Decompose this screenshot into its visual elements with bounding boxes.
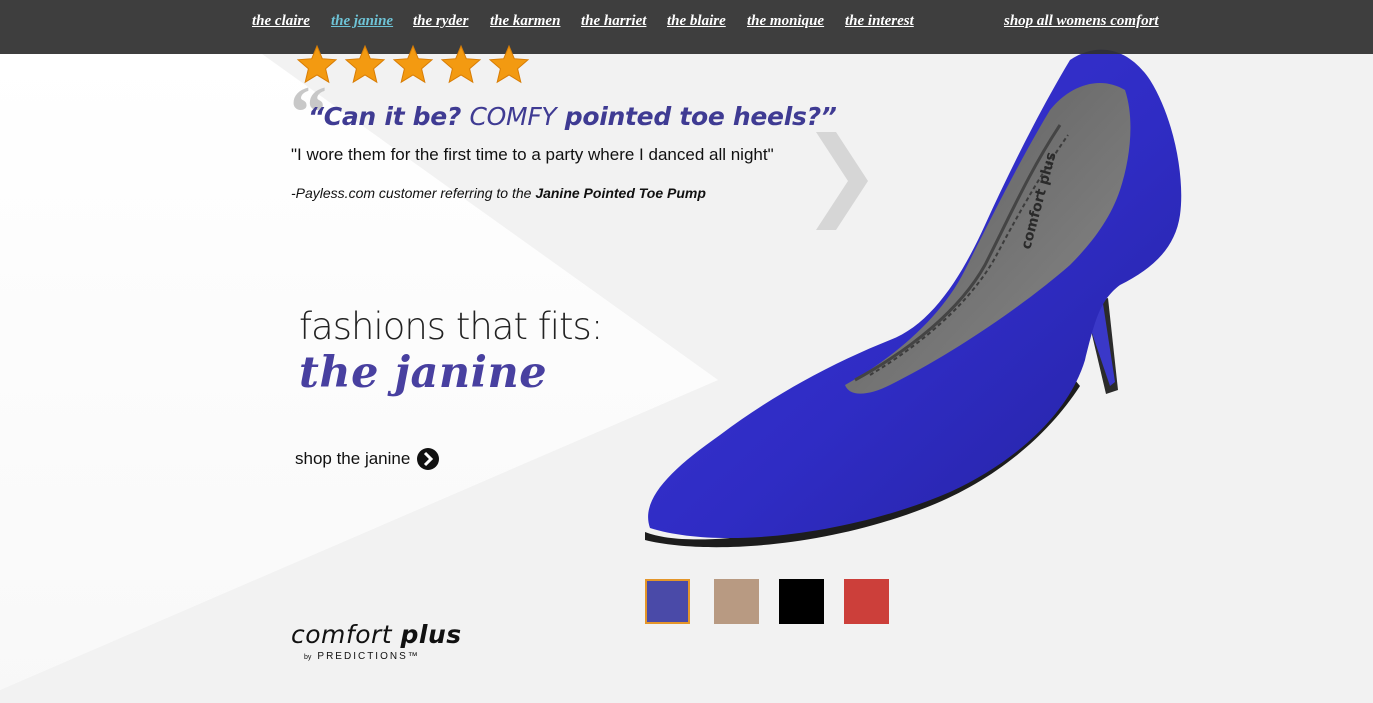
headline-part1: “Can it be?	[308, 102, 470, 131]
attribution-product: Janine Pointed Toe Pump	[535, 185, 706, 201]
star-icon	[440, 44, 482, 84]
tagline: fashions that fits:	[299, 305, 603, 348]
nav-link-monique[interactable]: the monique	[747, 13, 824, 30]
brand-by: by	[304, 654, 312, 661]
shop-all-link[interactable]: shop all womens comfort	[1004, 13, 1159, 30]
arrow-circle-right-icon	[417, 448, 440, 470]
brand-logo: comfort plus by PREDICTIONS™	[291, 620, 462, 662]
brand-sub-name: PREDICTIONS™	[317, 651, 420, 662]
review-text: "I wore them for the first time to a par…	[291, 145, 774, 164]
color-swatch-black[interactable]	[779, 579, 824, 624]
nav-link-blaire[interactable]: the blaire	[667, 13, 726, 30]
brand-name-light: comfort	[291, 620, 401, 649]
brand-subtitle: by PREDICTIONS™	[304, 651, 462, 662]
star-icon	[296, 44, 338, 84]
review-headline: “Can it be? COMFY pointed toe heels?”	[308, 102, 837, 131]
chevron-right-icon[interactable]	[812, 132, 870, 230]
star-icon	[392, 44, 434, 84]
headline-part2: COMFY	[469, 102, 557, 131]
nav-link-interest[interactable]: the interest	[845, 13, 914, 30]
nav-link-karmen[interactable]: the karmen	[490, 13, 560, 30]
brand-name: comfort plus	[291, 620, 462, 649]
brand-name-bold: plus	[400, 620, 462, 649]
product-name: the janine	[299, 348, 548, 398]
star-icon	[488, 44, 530, 84]
top-navigation: the claire the janine the ryder the karm…	[0, 0, 1373, 54]
color-swatch-tan[interactable]	[714, 579, 759, 624]
color-swatch-blue[interactable]	[645, 579, 690, 624]
nav-link-claire[interactable]: the claire	[252, 13, 310, 30]
color-swatch-red[interactable]	[844, 579, 889, 624]
headline-part3: pointed toe heels?”	[556, 102, 837, 131]
star-icon	[344, 44, 386, 84]
attribution-prefix: -Payless.com customer referring to the	[291, 185, 536, 201]
shop-product-link[interactable]: shop the janine	[295, 448, 440, 470]
nav-link-harriet[interactable]: the harriet	[581, 13, 646, 30]
nav-link-janine[interactable]: the janine	[331, 13, 393, 30]
shop-link-label: shop the janine	[295, 449, 411, 468]
review-attribution: -Payless.com customer referring to the J…	[291, 185, 706, 201]
nav-link-ryder[interactable]: the ryder	[413, 13, 468, 30]
